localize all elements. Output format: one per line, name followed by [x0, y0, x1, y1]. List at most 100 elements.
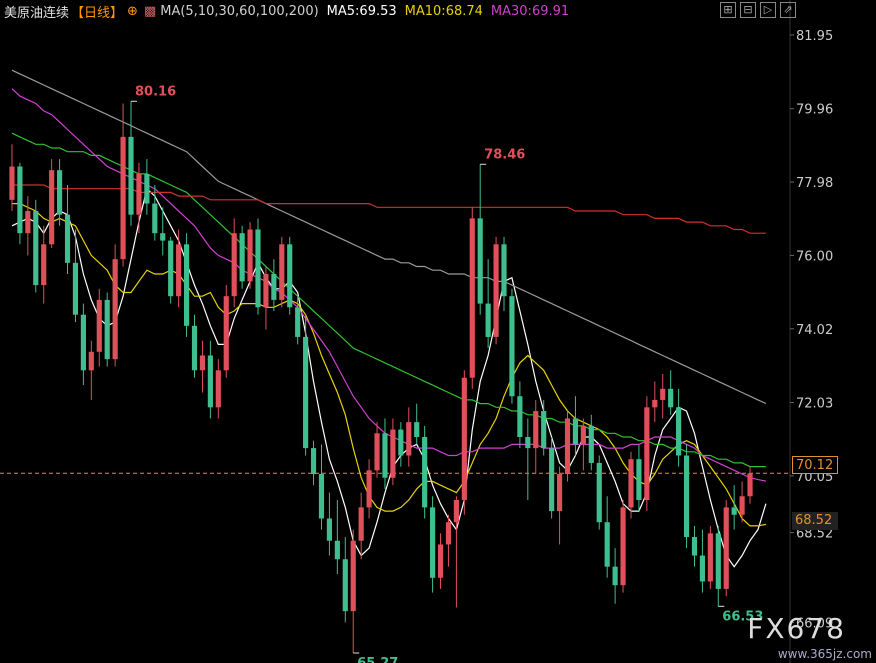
candle-body[interactable]: [453, 499, 459, 523]
candle-body[interactable]: [541, 411, 547, 449]
candle-body[interactable]: [17, 166, 23, 234]
grid-icon[interactable]: ⊞: [720, 2, 736, 18]
candle-body[interactable]: [715, 533, 721, 589]
candle-body[interactable]: [572, 418, 579, 445]
ma-indicator-icon[interactable]: ▩: [144, 4, 156, 19]
candle-body[interactable]: [144, 173, 150, 204]
candle-body[interactable]: [620, 507, 626, 586]
candle-body[interactable]: [80, 314, 86, 371]
candle-body[interactable]: [112, 259, 118, 360]
candle-body[interactable]: [41, 244, 47, 286]
candle-body[interactable]: [533, 411, 539, 449]
candle-body[interactable]: [691, 537, 698, 556]
ma-params[interactable]: MA(5,10,30,60,100,200): [160, 4, 318, 19]
candle-body[interactable]: [231, 233, 237, 297]
candle-body[interactable]: [120, 136, 126, 260]
instrument-name[interactable]: 美原油连续: [4, 2, 69, 21]
candle-body[interactable]: [160, 233, 166, 241]
candle-body[interactable]: [723, 507, 729, 589]
candle-body[interactable]: [437, 544, 444, 578]
candle-body[interactable]: [366, 470, 372, 508]
candle-body[interactable]: [382, 433, 388, 478]
candle-body[interactable]: [477, 218, 483, 304]
candle-body[interactable]: [104, 299, 110, 360]
candle-body[interactable]: [604, 522, 610, 567]
candle-body[interactable]: [215, 370, 221, 408]
candle-body[interactable]: [628, 459, 634, 508]
candle-body[interactable]: [739, 496, 745, 515]
candle-body[interactable]: [707, 533, 713, 582]
candle-body[interactable]: [255, 229, 261, 308]
expand-icon[interactable]: ⊟: [740, 2, 756, 18]
candle-body[interactable]: [668, 388, 674, 408]
candle-body[interactable]: [493, 244, 499, 337]
candle-body[interactable]: [350, 540, 356, 612]
candle-body[interactable]: [334, 540, 340, 560]
settings-icon[interactable]: ⊕: [127, 4, 138, 19]
candle-body[interactable]: [342, 559, 348, 612]
candle-body[interactable]: [279, 244, 285, 300]
candle-body[interactable]: [263, 273, 269, 308]
candle-body[interactable]: [33, 210, 39, 286]
candle-body[interactable]: [287, 244, 293, 308]
candle-body[interactable]: [747, 473, 753, 497]
candle-body[interactable]: [239, 233, 245, 282]
candle-body[interactable]: [596, 462, 602, 523]
candle-body[interactable]: [564, 418, 571, 475]
candle-body[interactable]: [295, 307, 301, 337]
candle-body[interactable]: [25, 210, 31, 234]
candle-body[interactable]: [588, 425, 594, 463]
candle-body[interactable]: [485, 303, 491, 337]
candle-body[interactable]: [310, 448, 317, 475]
candle-body[interactable]: [422, 436, 428, 508]
candle-body[interactable]: [271, 273, 277, 300]
candle-body[interactable]: [247, 229, 253, 282]
candle-body[interactable]: [731, 507, 737, 515]
candle-body[interactable]: [183, 244, 190, 326]
candle-body[interactable]: [549, 448, 555, 512]
candle-body[interactable]: [49, 170, 55, 245]
candle-body[interactable]: [72, 262, 79, 315]
candle-body[interactable]: [318, 474, 325, 519]
candle-body[interactable]: [406, 422, 412, 456]
candle-body[interactable]: [57, 170, 63, 215]
candle-body[interactable]: [152, 203, 158, 234]
candle-body[interactable]: [414, 422, 420, 437]
candle-body[interactable]: [501, 244, 507, 297]
candle-body[interactable]: [699, 555, 705, 582]
candle-body[interactable]: [176, 244, 182, 297]
candle-body[interactable]: [517, 396, 523, 437]
candle-body[interactable]: [612, 566, 618, 586]
candle-body[interactable]: [398, 429, 404, 456]
candle-body[interactable]: [660, 388, 666, 400]
candle-body[interactable]: [223, 296, 229, 371]
play-icon[interactable]: ▷: [760, 2, 776, 18]
share-icon[interactable]: ⇗: [780, 2, 796, 18]
candle-body[interactable]: [445, 522, 452, 545]
candle-body[interactable]: [430, 507, 436, 578]
candle-body[interactable]: [556, 474, 563, 512]
candle-body[interactable]: [326, 518, 332, 541]
candle-body[interactable]: [96, 299, 102, 352]
candle-body[interactable]: [64, 214, 71, 263]
candle-body[interactable]: [191, 325, 198, 371]
candle-body[interactable]: [128, 136, 134, 215]
candle-body[interactable]: [469, 218, 475, 378]
candle-body[interactable]: [168, 240, 174, 297]
candle-body[interactable]: [652, 399, 658, 408]
candle-body[interactable]: [207, 355, 213, 408]
candle-body[interactable]: [9, 166, 15, 200]
candle-body[interactable]: [461, 377, 467, 500]
candle-body[interactable]: [644, 407, 650, 500]
period-label[interactable]: 【日线】: [71, 2, 123, 21]
candle-body[interactable]: [88, 351, 94, 371]
candle-body[interactable]: [509, 296, 515, 397]
candle-body[interactable]: [636, 459, 642, 500]
candle-body[interactable]: [525, 436, 531, 449]
candle-body[interactable]: [374, 433, 380, 471]
candle-body[interactable]: [358, 507, 364, 541]
candle-body[interactable]: [580, 425, 586, 445]
candle-body[interactable]: [303, 336, 309, 449]
candle-body[interactable]: [199, 355, 206, 371]
candle-body[interactable]: [136, 173, 142, 215]
